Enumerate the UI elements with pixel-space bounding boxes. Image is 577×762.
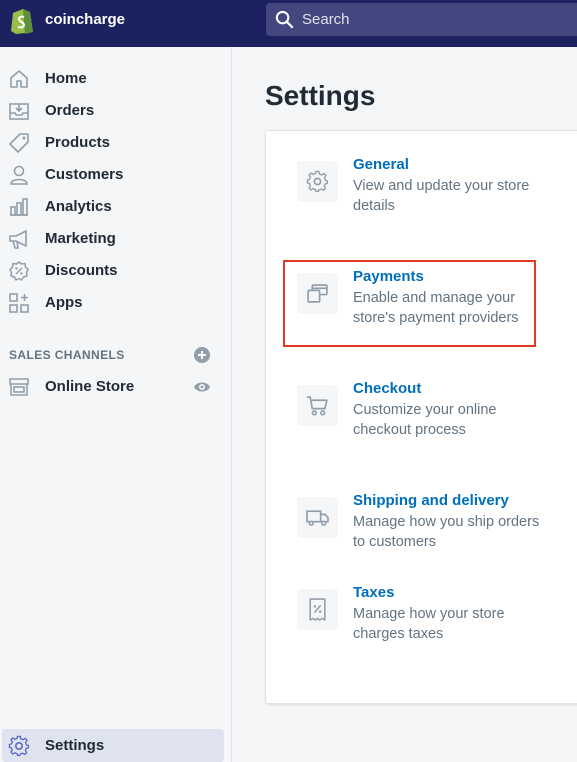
top-bar: coincharge Search — [0, 0, 577, 47]
gear-icon — [306, 170, 329, 193]
megaphone-icon — [9, 230, 27, 249]
eye-icon[interactable] — [193, 379, 211, 395]
search-placeholder: Search — [302, 11, 350, 28]
sidebar-item-label: Settings — [45, 737, 105, 754]
payments-icon — [307, 284, 328, 303]
cart-icon — [307, 396, 328, 416]
setting-icon-box — [297, 273, 338, 314]
truck-icon — [306, 510, 329, 526]
setting-general[interactable]: General View and update your store detai… — [266, 156, 577, 231]
sales-channels-heading: SALES CHANNELS — [9, 348, 125, 362]
page-title: Settings — [265, 80, 376, 111]
sidebar-item-label: Discounts — [45, 262, 118, 279]
sidebar-item-marketing[interactable]: Marketing — [0, 223, 232, 255]
apps-icon — [9, 293, 29, 313]
setting-checkout[interactable]: Checkout Customize your online checkout … — [266, 380, 577, 455]
sidebar-item-label: Online Store — [45, 378, 135, 395]
sidebar-item-customers[interactable]: Customers — [0, 159, 232, 191]
sidebar-item-label: Home — [45, 70, 87, 87]
sidebar-item-label: Marketing — [45, 230, 116, 247]
store-icon — [9, 378, 29, 396]
add-sales-channel-icon[interactable] — [193, 346, 211, 364]
sidebar-item-apps[interactable]: Apps — [0, 287, 232, 319]
sidebar-item-orders[interactable]: Orders — [0, 95, 232, 127]
search-icon — [275, 10, 294, 29]
setting-title[interactable]: Payments — [353, 268, 424, 285]
gear-icon — [8, 735, 30, 757]
sidebar-item-discounts[interactable]: Discounts — [0, 255, 232, 287]
setting-icon-box — [297, 589, 338, 630]
setting-icon-box — [297, 497, 338, 538]
setting-title[interactable]: General — [353, 156, 409, 173]
home-icon — [10, 70, 28, 88]
sidebar-item-products[interactable]: Products — [0, 127, 232, 159]
setting-title[interactable]: Shipping and delivery — [353, 492, 509, 509]
store-name[interactable]: coincharge — [45, 11, 125, 28]
person-icon — [10, 165, 28, 185]
sidebar-item-analytics[interactable]: Analytics — [0, 191, 232, 223]
setting-description: Manage how you ship orders to customers — [353, 514, 540, 550]
orders-icon — [9, 103, 29, 120]
receipt-icon — [309, 598, 326, 621]
setting-description: Customize your online checkout process — [353, 402, 497, 438]
settings-card: General View and update your store detai… — [265, 130, 577, 704]
sidebar: Home Orders Products Customers Analytics — [0, 47, 232, 762]
sidebar-item-home[interactable]: Home — [0, 63, 232, 95]
sidebar-item-label: Apps — [45, 294, 83, 311]
setting-icon-box — [297, 385, 338, 426]
setting-description: Manage how your store charges taxes — [353, 606, 505, 642]
search-input[interactable]: Search — [266, 3, 577, 36]
setting-payments[interactable]: Payments Enable and manage your store's … — [266, 268, 577, 343]
setting-title[interactable]: Checkout — [353, 380, 421, 397]
bar-chart-icon — [10, 198, 28, 216]
discount-icon — [9, 261, 29, 281]
tag-icon — [9, 133, 29, 153]
main-content: Settings General View and update your st… — [233, 47, 577, 762]
sidebar-item-label: Products — [45, 134, 111, 151]
sidebar-item-settings[interactable]: Settings — [2, 729, 224, 762]
sidebar-item-label: Customers — [45, 166, 124, 183]
setting-title[interactable]: Taxes — [353, 584, 394, 601]
setting-description: View and update your store details — [353, 178, 530, 214]
setting-description: Enable and manage your store's payment p… — [353, 290, 519, 326]
setting-icon-box — [297, 161, 338, 202]
sidebar-item-label: Analytics — [45, 198, 112, 215]
setting-taxes[interactable]: Taxes Manage how your store charges taxe… — [266, 584, 577, 659]
sidebar-item-label: Orders — [45, 102, 95, 119]
shopify-logo-icon[interactable] — [9, 6, 35, 34]
setting-shipping-and-delivery[interactable]: Shipping and delivery Manage how you shi… — [266, 492, 577, 567]
